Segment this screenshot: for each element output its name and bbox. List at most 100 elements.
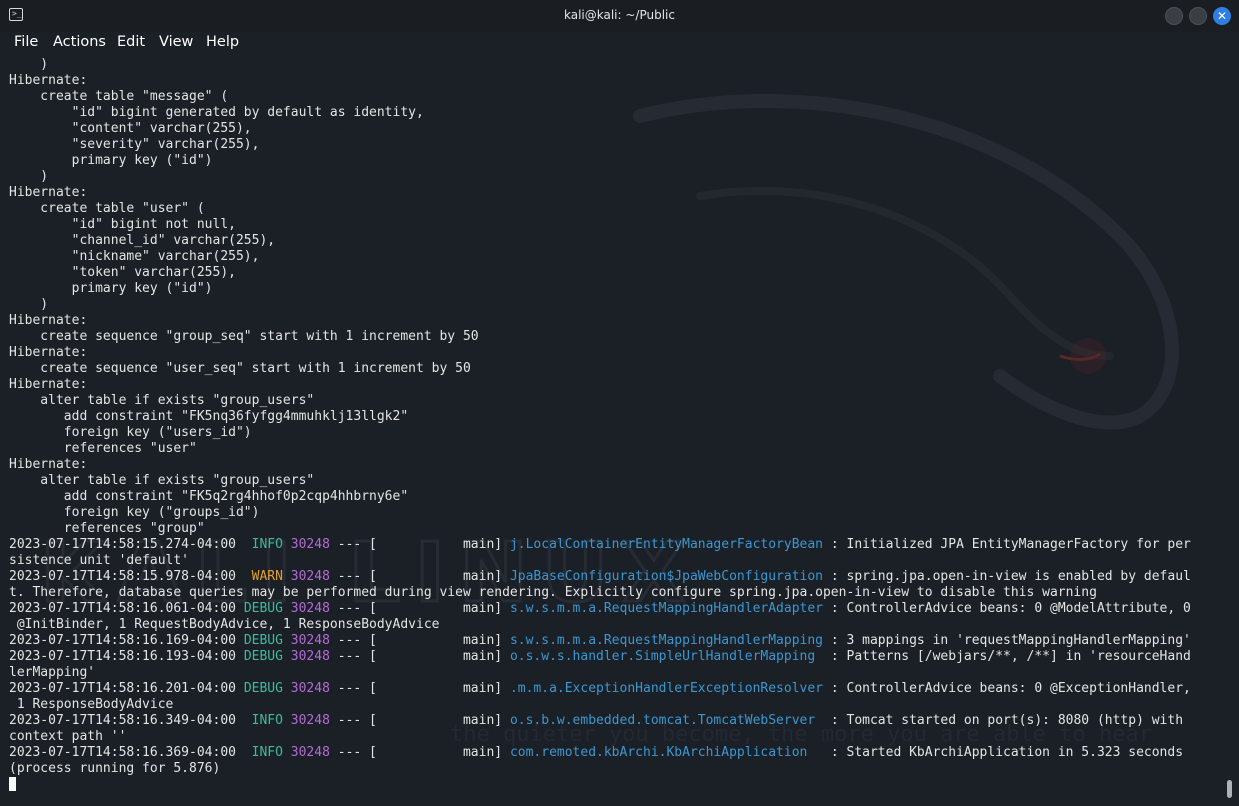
log-pid-text: 30248	[290, 745, 330, 760]
terminal-line: Hibernate:	[9, 73, 1221, 89]
terminal-line: "token" varchar(255),	[9, 265, 1221, 281]
terminal-line: Hibernate:	[9, 457, 1221, 473]
terminal-text: Hibernate:	[9, 73, 88, 88]
terminal-text: references "user"	[9, 441, 197, 456]
terminal-line: create table "message" (	[9, 89, 1221, 105]
terminal-line: 2023-07-17T14:58:16.169-04:00 DEBUG 3024…	[9, 633, 1221, 649]
terminal-text: : 3 mappings in 'requestMappingHandlerMa…	[823, 633, 1191, 648]
terminal-line: 2023-07-17T14:58:16.193-04:00 DEBUG 3024…	[9, 649, 1221, 665]
terminal-text: )	[9, 297, 49, 312]
terminal-text: "channel_id" varchar(255),	[9, 233, 276, 248]
terminal-line: "channel_id" varchar(255),	[9, 233, 1221, 249]
log-debug-text: DEBUG	[243, 633, 283, 648]
menu-edit[interactable]: Edit	[117, 34, 145, 50]
terminal-text: : Started KbArchiApplication in 5.323 se…	[807, 745, 1184, 760]
terminal-line: "id" bigint generated by default as iden…	[9, 105, 1221, 121]
terminal-text: : spring.jpa.open-in-view is enabled by …	[823, 569, 1191, 584]
title-bar[interactable]: >_ kali@kali: ~/Public ✕	[0, 0, 1239, 33]
terminal-text: : ControllerAdvice beans: 0 @ModelAttrib…	[823, 601, 1191, 616]
terminal-line: add constraint "FK5q2rg4hhof0p2cqp4hhbrn…	[9, 489, 1221, 505]
menu-bar: File Actions Edit View Help	[0, 32, 1239, 56]
terminal-text: Hibernate:	[9, 457, 88, 472]
terminal-text: "token" varchar(255),	[9, 265, 236, 280]
terminal-line: (process running for 5.876)	[9, 761, 1221, 777]
terminal-line: 2023-07-17T14:58:16.349-04:00 INFO 30248…	[9, 713, 1221, 729]
terminal-text: 2023-07-17T14:58:16.349-04:00	[9, 713, 252, 728]
terminal-line: "content" varchar(255),	[9, 121, 1221, 137]
log-pid-text: 30248	[290, 649, 330, 664]
close-icon: ✕	[1216, 9, 1228, 23]
menu-file[interactable]: File	[14, 34, 38, 50]
log-pid-text: 30248	[290, 601, 330, 616]
terminal-text: 2023-07-17T14:58:15.274-04:00	[9, 537, 252, 552]
terminal-text: context path ''	[9, 729, 127, 744]
terminal-text: primary key ("id")	[9, 153, 213, 168]
prompt-line[interactable]	[9, 777, 1221, 793]
terminal-output[interactable]: ) Hibernate: create table "message" ( "id…	[9, 57, 1221, 799]
terminal-text: --- [ main]	[329, 537, 510, 552]
terminal-line: Hibernate:	[9, 313, 1221, 329]
terminal-line: create sequence "group_seq" start with 1…	[9, 329, 1221, 345]
window-title: kali@kali: ~/Public	[564, 8, 675, 22]
menu-view[interactable]: View	[159, 34, 193, 50]
terminal-line: primary key ("id")	[9, 281, 1221, 297]
log-logger-text: s.w.s.m.m.a.RequestMappingHandlerMapping	[509, 633, 824, 648]
terminal-line: )	[9, 297, 1221, 313]
terminal-line: Hibernate:	[9, 377, 1221, 393]
terminal-line: alter table if exists "group_users"	[9, 393, 1221, 409]
close-button[interactable]: ✕	[1213, 7, 1231, 25]
terminal-line: "nickname" varchar(255),	[9, 249, 1221, 265]
terminal-text: --- [ main]	[329, 745, 510, 760]
terminal-line: references "group"	[9, 521, 1221, 537]
terminal-line: add constraint "FK5nq36fyfgg4mmuhklj13ll…	[9, 409, 1221, 425]
menu-help[interactable]: Help	[206, 34, 239, 50]
terminal-text: sistence unit 'default'	[9, 553, 190, 568]
terminal-text: create table "user" (	[9, 201, 205, 216]
terminal-window: >_ kali@kali: ~/Public ✕ File Actions Ed…	[0, 0, 1239, 806]
terminal-text: Hibernate:	[9, 345, 88, 360]
terminal-line: lerMapping'	[9, 665, 1221, 681]
log-logger-text: com.remoted.kbArchi.KbArchiApplication	[509, 745, 808, 760]
terminal-text: @InitBinder, 1 RequestBodyAdvice, 1 Resp…	[9, 617, 440, 632]
terminal-text: "id" bigint not null,	[9, 217, 236, 232]
terminal-line: "id" bigint not null,	[9, 217, 1221, 233]
terminal-text: primary key ("id")	[9, 281, 213, 296]
terminal-text: "id" bigint generated by default as iden…	[9, 105, 424, 120]
terminal-text: )	[9, 57, 49, 72]
terminal-line: )	[9, 169, 1221, 185]
minimize-button[interactable]	[1165, 7, 1183, 25]
terminal-text: foreign key ("groups_id")	[9, 505, 260, 520]
terminal-text: alter table if exists "group_users"	[9, 393, 315, 408]
terminal-text: t. Therefore, database queries may be pe…	[9, 585, 1097, 600]
log-logger-text: .m.m.a.ExceptionHandlerExceptionResolver	[509, 681, 824, 696]
terminal-text: 2023-07-17T14:58:16.193-04:00	[9, 649, 244, 664]
terminal-text: : ControllerAdvice beans: 0 @ExceptionHa…	[823, 681, 1191, 696]
terminal-line: 2023-07-17T14:58:15.978-04:00 WARN 30248…	[9, 569, 1221, 585]
menu-actions[interactable]: Actions	[53, 34, 106, 50]
terminal-line: foreign key ("groups_id")	[9, 505, 1221, 521]
terminal-text: : Tomcat started on port(s): 8080 (http)…	[815, 713, 1184, 728]
terminal-text: lerMapping'	[9, 665, 96, 680]
terminal-text: alter table if exists "group_users"	[9, 473, 315, 488]
terminal-text: foreign key ("users_id")	[9, 425, 252, 440]
log-debug-text: DEBUG	[243, 681, 283, 696]
log-logger-text: o.s.b.w.embedded.tomcat.TomcatWebServer	[509, 713, 816, 728]
terminal-line: references "user"	[9, 441, 1221, 457]
log-logger-text: JpaBaseConfiguration$JpaWebConfiguration	[509, 569, 824, 584]
terminal-text: (process running for 5.876)	[9, 761, 221, 776]
maximize-button[interactable]	[1189, 7, 1207, 25]
terminal-text: --- [ main]	[329, 569, 510, 584]
terminal-text: Hibernate:	[9, 185, 88, 200]
terminal-text: create table "message" (	[9, 89, 229, 104]
terminal-text: Hibernate:	[9, 377, 88, 392]
terminal-line: 2023-07-17T14:58:16.201-04:00 DEBUG 3024…	[9, 681, 1221, 697]
terminal-text: --- [ main]	[329, 601, 510, 616]
terminal-line: "severity" varchar(255),	[9, 137, 1221, 153]
log-pid-text: 30248	[290, 681, 330, 696]
scrollbar-thumb[interactable]	[1227, 780, 1232, 798]
